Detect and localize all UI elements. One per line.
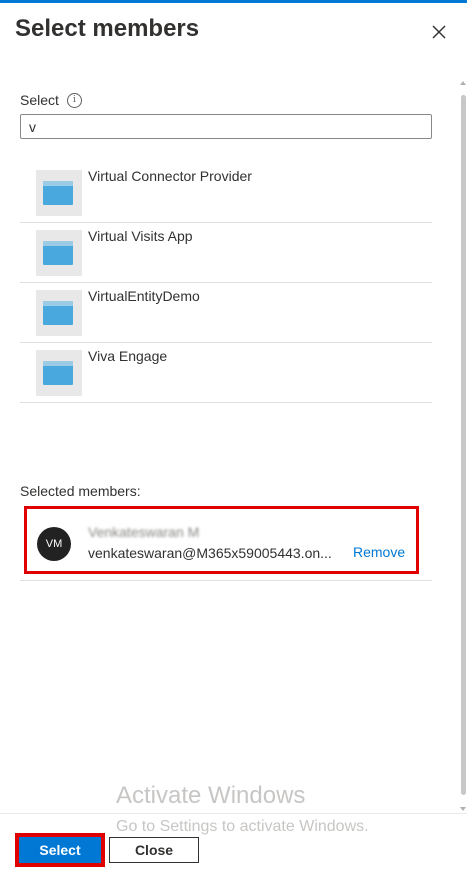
result-item-virtualentitydemo[interactable]: VirtualEntityDemo xyxy=(20,283,432,343)
info-icon[interactable]: i xyxy=(66,92,82,108)
select-button[interactable]: Select xyxy=(15,833,105,867)
scrollbar-thumb[interactable] xyxy=(461,95,466,795)
panel-title: Select members xyxy=(15,15,200,42)
search-input[interactable] xyxy=(20,114,432,139)
result-name: Virtual Visits App xyxy=(88,228,193,244)
result-name: VirtualEntityDemo xyxy=(88,288,200,304)
scroll-up-icon[interactable] xyxy=(460,81,466,85)
close-button[interactable]: Close xyxy=(109,837,199,863)
app-window-icon xyxy=(36,170,82,216)
close-icon[interactable] xyxy=(428,21,450,43)
result-item-viva-engage[interactable]: Viva Engage xyxy=(20,343,432,403)
member-email: venkateswaran@M365x59005443.on... xyxy=(88,545,332,561)
selected-members-label: Selected members: xyxy=(20,483,141,499)
app-window-icon xyxy=(36,290,82,336)
highlight-annotation xyxy=(24,506,419,574)
activate-windows-watermark-subtitle: Go to Settings to activate Windows. xyxy=(116,818,369,835)
member-name: Venkateswaran M xyxy=(88,524,200,540)
app-window-icon xyxy=(36,230,82,276)
activate-windows-watermark-title: Activate Windows xyxy=(116,782,306,809)
footer-divider xyxy=(0,813,467,814)
app-window-icon xyxy=(36,350,82,396)
search-results-list: Virtual Connector Provider Virtual Visit… xyxy=(20,163,432,403)
result-item-virtual-connector-provider[interactable]: Virtual Connector Provider xyxy=(20,163,432,223)
scroll-down-icon[interactable] xyxy=(460,807,466,811)
result-item-virtual-visits-app[interactable]: Virtual Visits App xyxy=(20,223,432,283)
result-name: Viva Engage xyxy=(88,348,168,364)
result-name: Virtual Connector Provider xyxy=(88,168,252,184)
avatar: VM xyxy=(37,527,71,561)
selected-member-row: VM Venkateswaran M venkateswaran@M365x59… xyxy=(20,503,432,581)
select-members-panel: Select members Select i Virtual Connecto… xyxy=(0,0,467,873)
select-field-label: Select i xyxy=(20,92,82,108)
vertical-scrollbar[interactable] xyxy=(460,75,467,813)
remove-member-link[interactable]: Remove xyxy=(353,544,405,560)
select-label-text: Select xyxy=(20,92,59,108)
select-button-label: Select xyxy=(19,837,101,863)
